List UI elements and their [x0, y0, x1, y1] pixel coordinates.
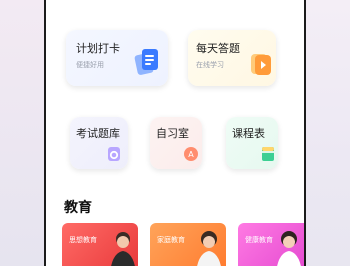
- question-bank-icon: [108, 147, 120, 161]
- card-question-bank[interactable]: 考试题库: [70, 117, 128, 169]
- section-title-education: 教育: [64, 200, 92, 216]
- card-plan-checkin[interactable]: 计划打卡 便捷好用: [66, 30, 168, 86]
- banner-family-education-label: 家庭教育: [157, 236, 185, 244]
- svg-text:A: A: [188, 150, 194, 159]
- card-question-bank-title: 考试题库: [76, 127, 120, 140]
- study-room-icon: A: [184, 147, 198, 161]
- banner-family-education[interactable]: 家庭教育: [150, 223, 226, 266]
- banner-health-education[interactable]: 健康教育: [238, 223, 304, 266]
- background-right: [304, 0, 350, 266]
- background-left: [0, 0, 46, 266]
- teacher-photo-1: [111, 232, 135, 266]
- play-file-icon: [251, 54, 271, 75]
- phone-screen: 计划打卡 便捷好用 每天答题 在线学习 考试题库 自习室 A 课程表 教育 思想…: [46, 0, 304, 266]
- card-daily-quiz-subtitle: 在线学习: [196, 61, 224, 69]
- banner-health-education-label: 健康教育: [245, 236, 273, 244]
- device-frame-right: [304, 0, 306, 266]
- card-plan-checkin-title: 计划打卡: [76, 42, 120, 55]
- card-daily-quiz-title: 每天答题: [196, 42, 240, 55]
- device-frame-left: [44, 0, 46, 266]
- card-study-room-title: 自习室: [156, 127, 189, 140]
- card-plan-checkin-subtitle: 便捷好用: [76, 61, 104, 69]
- banner-ideological-education[interactable]: 思想教育: [62, 223, 138, 266]
- card-daily-quiz[interactable]: 每天答题 在线学习: [188, 30, 276, 86]
- card-timetable-title: 课程表: [232, 127, 265, 140]
- timetable-icon: [262, 147, 274, 161]
- card-timetable[interactable]: 课程表: [226, 117, 278, 169]
- teacher-photo-2: [197, 231, 221, 266]
- banner-ideological-education-label: 思想教育: [69, 236, 97, 244]
- clipboard-icon: [134, 49, 158, 75]
- teacher-photo-3: [277, 231, 301, 266]
- card-study-room[interactable]: 自习室 A: [150, 117, 202, 169]
